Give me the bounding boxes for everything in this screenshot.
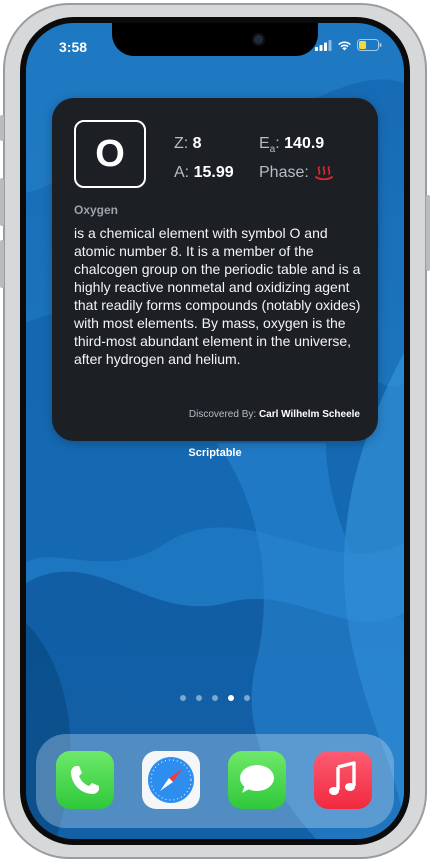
page-indicator[interactable] — [26, 695, 404, 701]
electron-affinity-label-colon: : — [275, 135, 280, 152]
widget-caption: Scriptable — [188, 447, 242, 459]
atomic-number-label: Z: — [174, 135, 189, 152]
phase-label: Phase: — [259, 164, 309, 181]
atomic-mass-value: 15.99 — [193, 164, 234, 181]
safari-app-button[interactable] — [142, 751, 200, 809]
music-app-button[interactable] — [314, 751, 372, 809]
home-screen: 3:58 O Z: 8 Ea: 140.9 A: 15.99 Phase: Ox… — [26, 23, 404, 839]
element-name: Oxygen — [74, 203, 119, 217]
phone-app-button[interactable] — [56, 751, 114, 809]
page-dot[interactable] — [180, 695, 186, 701]
atomic-mass-label: A: — [174, 164, 190, 181]
page-dot-active[interactable] — [228, 695, 234, 701]
status-time: 3:58 — [59, 39, 88, 55]
cellular-signal-icon — [315, 39, 332, 51]
mute-switch — [0, 115, 4, 141]
messages-app-button[interactable] — [228, 751, 286, 809]
electron-affinity-label-main: E — [259, 135, 270, 152]
page-dot[interactable] — [212, 695, 218, 701]
battery-icon — [357, 39, 382, 51]
element-symbol: O — [95, 132, 125, 175]
discovered-by-label: Discovered By: — [188, 409, 257, 420]
atomic-number: Z: 8 — [174, 135, 202, 153]
gas-phase-icon — [314, 166, 333, 181]
phase: Phase: — [259, 164, 333, 182]
volume-up-button — [0, 178, 4, 226]
music-icon — [329, 761, 356, 795]
phone-bezel: 3:58 O Z: 8 Ea: 140.9 A: 15.99 Phase: Ox… — [20, 17, 410, 845]
atomic-mass: A: 15.99 — [174, 164, 234, 182]
wifi-icon — [338, 40, 351, 50]
element-description: is a chemical element with symbol O and … — [74, 225, 361, 367]
phone-icon — [71, 766, 99, 794]
dock — [36, 734, 394, 828]
page-dot[interactable] — [244, 695, 250, 701]
volume-down-button — [0, 240, 4, 288]
status-icons — [315, 39, 382, 51]
atomic-number-value: 8 — [192, 135, 202, 152]
element-symbol-box: O — [74, 120, 146, 188]
element-widget[interactable]: O Z: 8 Ea: 140.9 A: 15.99 Phase: Oxygen … — [52, 98, 378, 441]
power-button — [426, 195, 430, 271]
electron-affinity-value: 140.9 — [284, 135, 325, 152]
status-bar: 3:58 — [26, 23, 404, 63]
safari-icon — [148, 757, 194, 803]
messages-icon — [240, 765, 274, 793]
discovered-by: Discovered By: Carl Wilhelm Scheele — [189, 409, 360, 420]
electron-affinity: Ea: 140.9 — [259, 135, 324, 155]
page-dot[interactable] — [196, 695, 202, 701]
discovered-by-value: Carl Wilhelm Scheele — [258, 409, 360, 420]
